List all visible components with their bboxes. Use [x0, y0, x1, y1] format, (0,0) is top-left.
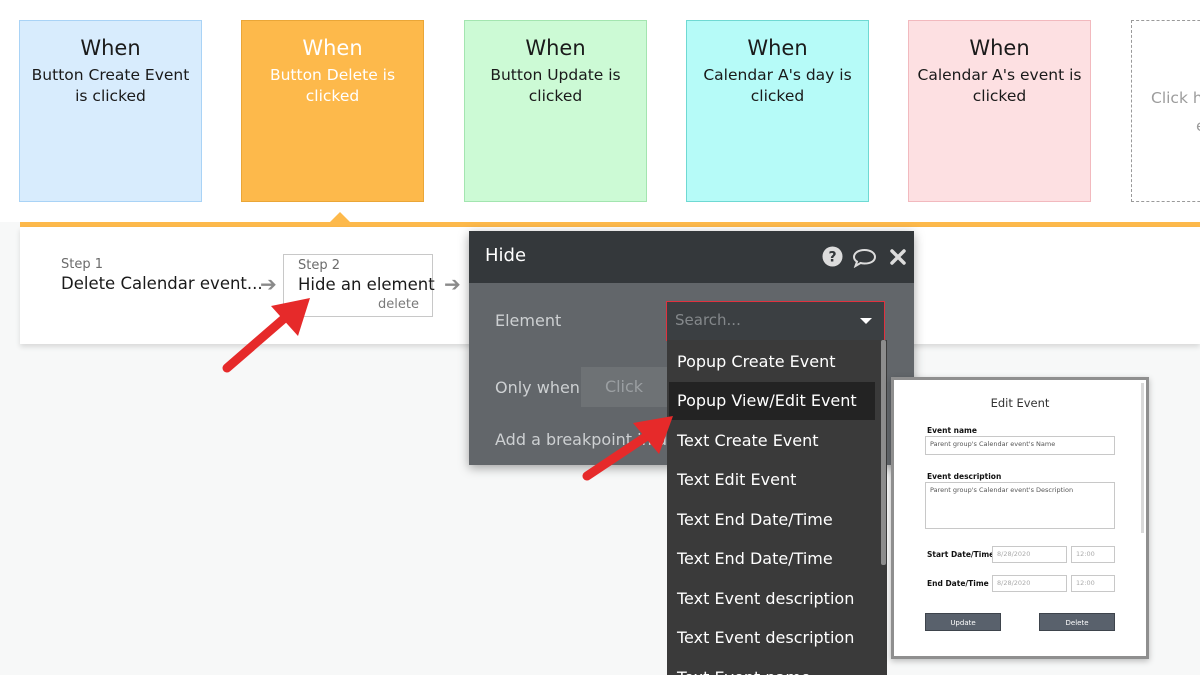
red-pointer-arrow-icon — [222, 298, 310, 373]
close-icon[interactable] — [889, 248, 907, 270]
event-card-button-create-event[interactable]: When Button Create Event is clicked — [19, 20, 202, 202]
event-when-label: When — [302, 36, 363, 60]
event-card-button-update[interactable]: When Button Update is clicked — [464, 20, 647, 202]
caret-down-icon[interactable] — [860, 318, 872, 324]
popup-preview: Edit Event Event name Parent group's Cal… — [891, 377, 1149, 659]
dropdown-option-selected[interactable]: Popup View/Edit Event — [669, 382, 875, 420]
dropdown-option[interactable]: Text Event description — [669, 619, 875, 657]
red-pointer-arrow-icon — [582, 416, 673, 481]
svg-text:?: ? — [828, 250, 836, 266]
event-name-label: Event name — [927, 426, 977, 435]
dropdown-option[interactable]: Text End Date/Time — [669, 540, 875, 578]
event-description-field: Parent group's Calendar event's Descript… — [925, 482, 1115, 529]
event-when-label: When — [525, 36, 586, 60]
dropdown-option[interactable]: Text Edit Event — [669, 461, 875, 499]
event-description: Calendar A's day is clicked — [703, 66, 852, 105]
event-description: Calendar A's event is clicked — [917, 66, 1082, 105]
selected-event-notch — [330, 212, 350, 222]
dialog-title: Hide — [485, 245, 527, 266]
event-when-label: When — [80, 36, 141, 60]
element-search-dropdown[interactable] — [666, 301, 885, 341]
event-when-label: When — [747, 36, 808, 60]
end-datetime-label: End Date/Time — [927, 579, 989, 588]
step-label: Step 1 — [61, 257, 104, 272]
start-datetime-label: Start Date/Time — [927, 550, 995, 559]
step-delete-link[interactable]: delete — [378, 297, 419, 312]
dropdown-option[interactable]: Text Event name — [669, 659, 875, 675]
step-title: Hide an element — [298, 275, 435, 294]
dropdown-option[interactable]: Text Event description — [669, 580, 875, 618]
end-date-field: 8/28/2020 — [992, 575, 1067, 592]
dropdown-option[interactable]: Text Create Event — [669, 422, 875, 460]
add-event-placeholder-text-2: e — [1196, 117, 1200, 135]
start-date-field: 8/28/2020 — [992, 546, 1067, 563]
dropdown-scrollbar[interactable] — [881, 340, 886, 565]
dropdown-option[interactable]: Popup Create Event — [669, 343, 875, 381]
event-card-calendar-day[interactable]: When Calendar A's day is clicked — [686, 20, 869, 202]
step-1[interactable]: Step 1 Delete Calendar event... — [61, 257, 263, 293]
element-label: Element — [495, 311, 562, 330]
event-description-label: Event description — [927, 472, 1002, 481]
preview-update-button: Update — [925, 613, 1001, 631]
dropdown-option[interactable]: Text End Date/Time — [669, 501, 875, 539]
only-when-label: Only when — [495, 378, 580, 397]
event-description: Button Create Event is clicked — [31, 66, 190, 105]
element-dropdown-list: Popup Create Event Popup View/Edit Event… — [667, 340, 887, 675]
start-time-field: 12:00 — [1071, 546, 1115, 563]
question-circle-icon[interactable]: ? — [822, 246, 843, 271]
event-description: Button Update is clicked — [490, 66, 621, 105]
event-card-button-delete[interactable]: When Button Delete is clicked — [241, 20, 424, 202]
add-event-placeholder-card[interactable]: Click he e — [1131, 20, 1200, 202]
event-card-calendar-event[interactable]: When Calendar A's event is clicked — [908, 20, 1091, 202]
event-description: Button Delete is clicked — [269, 66, 396, 105]
event-when-label: When — [969, 36, 1030, 60]
end-time-field: 12:00 — [1071, 575, 1115, 592]
dialog-header: Hide ? — [469, 231, 914, 283]
event-name-field: Parent group's Calendar event's Name — [925, 436, 1115, 455]
preview-title: Edit Event — [990, 396, 1050, 410]
add-event-placeholder-text: Click he — [1151, 89, 1200, 107]
step-label: Step 2 — [298, 258, 341, 273]
preview-delete-button: Delete — [1039, 613, 1115, 631]
speech-bubble-icon[interactable] — [852, 248, 877, 272]
element-search-input[interactable] — [675, 311, 845, 329]
step-arrow-icon: ➔ — [444, 272, 461, 296]
